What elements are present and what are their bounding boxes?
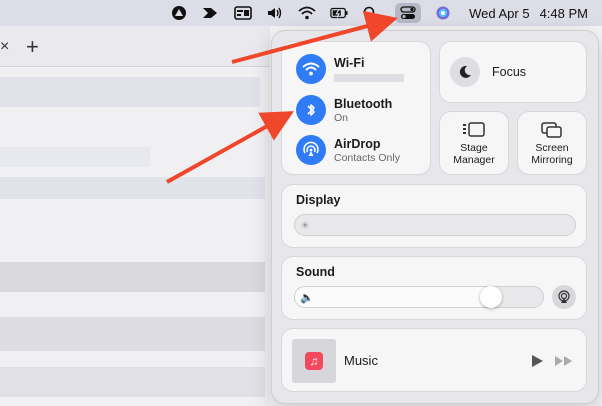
volume-slider[interactable]: 🔈 bbox=[294, 286, 544, 308]
play-icon[interactable] bbox=[530, 354, 544, 368]
screen-mirroring-tile[interactable]: Screen Mirroring bbox=[517, 111, 587, 175]
menu-bar: Wed Apr 5 4:48 PM bbox=[0, 0, 602, 26]
wifi-toggle-icon[interactable] bbox=[296, 54, 326, 84]
brightness-slider[interactable]: ☀ bbox=[294, 214, 576, 236]
screen-mirroring-icon bbox=[541, 121, 562, 138]
wifi-title: Wi-Fi bbox=[334, 56, 365, 70]
airdrop-status: Contacts Only bbox=[334, 151, 400, 164]
volume-slider-fill bbox=[295, 287, 491, 307]
control-center-panel: Wi-Fi Bluetooth On AirDrop Contacts Only bbox=[271, 30, 599, 404]
blurred-region bbox=[0, 317, 265, 351]
screen-mirroring-label: Screen Mirroring bbox=[531, 141, 573, 166]
speaker-icon: 🔈 bbox=[300, 292, 314, 304]
stage-manager-tile[interactable]: Stage Manager bbox=[439, 111, 509, 175]
arrow-app-icon[interactable] bbox=[201, 5, 221, 21]
airdrop-title: AirDrop bbox=[334, 136, 381, 151]
network-tile: Wi-Fi Bluetooth On AirDrop Contacts Only bbox=[281, 41, 431, 175]
stage-manager-icon bbox=[463, 121, 485, 137]
fast-forward-icon[interactable] bbox=[554, 355, 574, 367]
moon-icon bbox=[450, 57, 480, 87]
menu-date[interactable]: Wed Apr 5 bbox=[469, 6, 529, 21]
tab-close-icon[interactable]: × bbox=[0, 38, 9, 56]
airplay-audio-button[interactable] bbox=[552, 285, 576, 309]
volume-icon[interactable] bbox=[265, 5, 285, 21]
control-center-icon[interactable] bbox=[395, 3, 422, 23]
bluetooth-icon[interactable] bbox=[296, 95, 326, 125]
wifi-row[interactable]: Wi-Fi bbox=[296, 54, 404, 84]
focus-tile[interactable]: Focus bbox=[439, 41, 587, 103]
wifi-network-name-blurred bbox=[334, 74, 404, 82]
display-title: Display bbox=[296, 193, 341, 207]
album-art: ♫ bbox=[292, 339, 336, 383]
music-tile: ♫ Music bbox=[281, 328, 587, 392]
blurred-region bbox=[0, 147, 150, 167]
browser-content-blurred bbox=[0, 67, 270, 406]
bluetooth-title: Bluetooth bbox=[334, 96, 393, 111]
brightness-icon: ☀ bbox=[300, 220, 310, 232]
blurred-region bbox=[0, 367, 265, 397]
blurred-region bbox=[0, 262, 265, 292]
card-icon[interactable] bbox=[233, 5, 253, 21]
menu-time[interactable]: 4:48 PM bbox=[540, 6, 588, 21]
airdrop-icon[interactable] bbox=[296, 135, 326, 165]
sound-title: Sound bbox=[296, 265, 335, 279]
focus-label: Focus bbox=[492, 65, 527, 79]
sound-tile: Sound 🔈 bbox=[281, 256, 587, 320]
airdrop-row[interactable]: AirDrop Contacts Only bbox=[296, 135, 400, 165]
music-label: Music bbox=[344, 353, 378, 368]
battery-icon[interactable] bbox=[329, 5, 349, 21]
search-icon[interactable] bbox=[361, 5, 381, 21]
browser-tab-bar: × + bbox=[0, 26, 270, 67]
vpn-icon[interactable] bbox=[169, 5, 189, 21]
airplay-icon bbox=[558, 290, 570, 303]
blurred-region bbox=[0, 177, 265, 199]
music-app-icon: ♫ bbox=[305, 352, 323, 370]
blurred-region bbox=[0, 77, 260, 107]
volume-slider-knob[interactable] bbox=[480, 286, 502, 308]
siri-icon[interactable] bbox=[433, 5, 453, 21]
display-tile: Display ☀ bbox=[281, 184, 587, 248]
stage-manager-label: Stage Manager bbox=[453, 141, 495, 166]
bluetooth-status: On bbox=[334, 111, 349, 124]
wifi-icon[interactable] bbox=[297, 5, 317, 21]
bluetooth-row[interactable]: Bluetooth On bbox=[296, 95, 392, 125]
new-tab-button[interactable]: + bbox=[26, 34, 39, 60]
